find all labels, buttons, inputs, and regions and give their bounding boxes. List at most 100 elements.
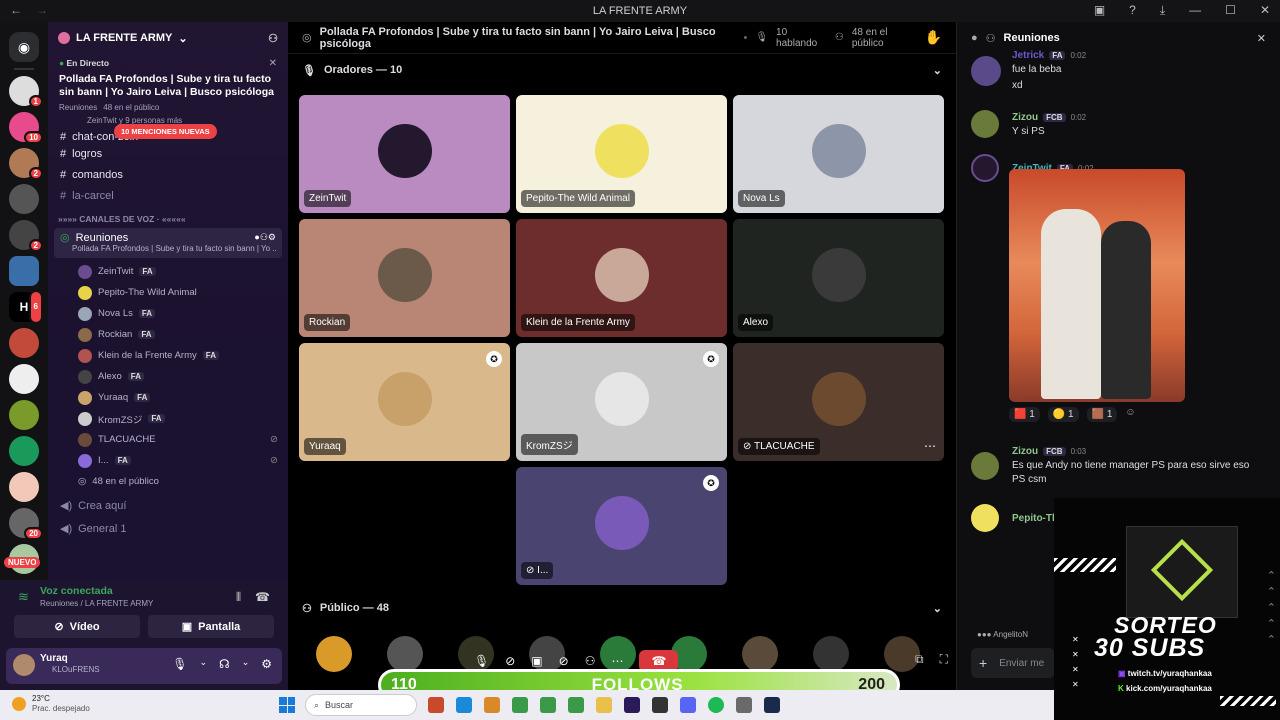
reaction[interactable]: 🟫 1 bbox=[1086, 407, 1118, 422]
app-icon[interactable] bbox=[736, 697, 752, 713]
server-icon[interactable]: 10 bbox=[9, 112, 43, 144]
download-icon[interactable]: ⤓ bbox=[1160, 3, 1165, 18]
video-off-icon[interactable]: ⊘ bbox=[505, 654, 515, 668]
screen-share-icon[interactable]: ▣ bbox=[531, 654, 542, 668]
chevron-down-icon[interactable]: ⌄ bbox=[242, 657, 250, 671]
reaction[interactable]: 🟡 1 bbox=[1047, 407, 1079, 422]
server-icon[interactable] bbox=[9, 472, 39, 502]
edge-icon[interactable] bbox=[456, 697, 472, 713]
voice-category-header[interactable]: »»»» CANALES DE VOZ · ««««« bbox=[48, 206, 288, 228]
stage-member[interactable]: ZeinTwit FA bbox=[48, 261, 288, 282]
speaker-tile[interactable]: Yuraaq ✪ bbox=[299, 343, 510, 461]
popout-icon[interactable]: ⧉ bbox=[915, 652, 924, 667]
server-icon[interactable]: 2 bbox=[9, 148, 43, 180]
chat-image-attachment[interactable] bbox=[1009, 169, 1185, 402]
speakers-section-header[interactable]: 🎙︎ Oradores — 10 ⌄ bbox=[288, 54, 956, 86]
message-author[interactable]: Zizou bbox=[1012, 112, 1038, 123]
stage-member[interactable]: Pepito-The Wild Animal bbox=[48, 282, 288, 303]
taskbar-search[interactable]: ⌕ Buscar bbox=[305, 694, 417, 716]
close-icon[interactable]: ✕ bbox=[269, 58, 277, 69]
avatar[interactable] bbox=[971, 55, 1001, 86]
speaker-tile[interactable]: ZeinTwit bbox=[299, 95, 510, 213]
invite-icon[interactable]: ⚇ bbox=[585, 654, 596, 668]
noise-suppression-icon[interactable]: ⫴ bbox=[236, 590, 241, 605]
mute-icon[interactable]: ⊘ bbox=[559, 654, 569, 668]
premiere-icon[interactable] bbox=[624, 697, 640, 713]
more-icon[interactable]: ⋯ bbox=[611, 654, 623, 668]
live-event-card[interactable]: ● En Directo ✕ Pollada FA Profondos | Su… bbox=[54, 54, 282, 129]
inbox-icon[interactable]: ▣ bbox=[1094, 3, 1105, 18]
stage-member[interactable]: Klein de la Frente Army FA bbox=[48, 345, 288, 366]
voice-channel-crea-aqui[interactable]: ◀) Crea aquí bbox=[48, 495, 288, 516]
chrome-icon[interactable] bbox=[568, 697, 584, 713]
stage-member[interactable]: KromZSジ FA bbox=[48, 408, 288, 429]
stage-channel-reuniones[interactable]: ◎ Reuniones ●⚇⚙ Pollada FA Profondos | S… bbox=[54, 228, 282, 258]
voice-channel-general-1[interactable]: ◀) General 1 bbox=[48, 518, 288, 539]
stage-audience-count[interactable]: ◎ 48 en el público bbox=[48, 471, 288, 492]
server-icon[interactable]: 2 bbox=[9, 220, 43, 252]
server-header[interactable]: LA FRENTE ARMY ⌄ ⚇ bbox=[48, 22, 288, 54]
stage-member[interactable]: Yuraaq FA bbox=[48, 387, 288, 408]
channel-la-carcel[interactable]: # la-carcel bbox=[48, 185, 288, 206]
avatar[interactable] bbox=[387, 636, 423, 672]
speaker-tile[interactable]: ⊘ I... ✪ bbox=[516, 467, 727, 585]
message-author[interactable]: Pepito-Th bbox=[1012, 513, 1058, 524]
add-reaction-icon[interactable]: ☺ bbox=[1125, 407, 1135, 422]
chrome-icon[interactable] bbox=[512, 697, 528, 713]
avatar[interactable] bbox=[971, 154, 999, 182]
speaker-tile[interactable]: Klein de la Frente Army bbox=[516, 219, 727, 337]
server-icon[interactable] bbox=[9, 364, 39, 394]
stage-member[interactable]: Nova Ls FA bbox=[48, 303, 288, 324]
plus-icon[interactable]: + bbox=[979, 655, 987, 671]
video-button[interactable]: ⊘ Vídeo bbox=[14, 615, 140, 638]
stage-member[interactable]: Alexo FA bbox=[48, 366, 288, 387]
raise-hand-icon[interactable]: ✋ bbox=[925, 29, 942, 46]
more-options-icon[interactable]: ⋯ bbox=[924, 439, 936, 453]
channel-logros[interactable]: # logros bbox=[48, 143, 288, 164]
maximize-button[interactable]: ☐ bbox=[1225, 3, 1236, 18]
user-name[interactable]: Yuraq bbox=[40, 653, 100, 664]
avatar[interactable] bbox=[971, 110, 999, 138]
app-icon[interactable] bbox=[652, 697, 668, 713]
chrome-icon[interactable] bbox=[540, 697, 556, 713]
stage-member[interactable]: TLACUACHE ⊘ bbox=[48, 429, 288, 450]
server-icon[interactable] bbox=[9, 256, 39, 286]
reaction[interactable]: 🟥 1 bbox=[1009, 407, 1040, 422]
server-icon[interactable] bbox=[9, 436, 39, 466]
mentions-badge[interactable]: 10 MENCIONES NUEVAS bbox=[114, 124, 217, 139]
microphone-icon[interactable]: 🎙︎ bbox=[474, 654, 489, 668]
spotify-icon[interactable] bbox=[708, 697, 724, 713]
server-icon[interactable] bbox=[9, 400, 39, 430]
avatar[interactable] bbox=[971, 451, 999, 480]
microphone-icon[interactable]: 🎙︎ bbox=[172, 657, 187, 671]
fullscreen-icon[interactable]: ⛶ bbox=[940, 652, 948, 667]
speaker-tile[interactable]: Rockian bbox=[299, 219, 510, 337]
speaker-tile[interactable]: Alexo bbox=[733, 219, 944, 337]
avatar[interactable] bbox=[813, 636, 849, 672]
app-icon[interactable] bbox=[484, 697, 500, 713]
screen-share-button[interactable]: ▣ Pantalla bbox=[148, 615, 274, 638]
close-window-button[interactable]: ✕ bbox=[1260, 3, 1270, 18]
server-icon[interactable]: 1 bbox=[9, 76, 43, 108]
voice-connected-sub[interactable]: Reuniones / LA FRENTE ARMY bbox=[40, 599, 153, 608]
gear-icon[interactable]: ⚙ bbox=[261, 657, 272, 671]
server-icon[interactable] bbox=[9, 184, 39, 214]
add-member-icon[interactable]: ⚇ bbox=[268, 32, 278, 45]
discord-home-icon[interactable]: ◉ bbox=[9, 32, 39, 62]
server-icon[interactable] bbox=[9, 328, 39, 358]
help-icon[interactable]: ? bbox=[1129, 3, 1136, 18]
message-author[interactable]: Zizou bbox=[1012, 446, 1038, 457]
avatar[interactable] bbox=[971, 504, 999, 532]
weather-widget[interactable]: 23°C Prac. despejado bbox=[12, 694, 90, 714]
speaker-tile[interactable]: Pepito-The Wild Animal bbox=[516, 95, 727, 213]
back-arrow-icon[interactable]: ← bbox=[10, 3, 22, 17]
minimize-button[interactable]: — bbox=[1189, 3, 1201, 18]
voice-connected-label[interactable]: Voz conectada bbox=[40, 585, 153, 597]
close-icon[interactable]: ✕ bbox=[1257, 32, 1266, 45]
speaker-tile[interactable]: KromZSジ ✪ bbox=[516, 343, 727, 461]
avatar[interactable] bbox=[13, 654, 35, 676]
chat-icon[interactable]: ●⚇⚙ bbox=[254, 232, 276, 243]
server-icon[interactable]: H6 bbox=[9, 290, 43, 324]
discord-icon[interactable] bbox=[680, 697, 696, 713]
avatar[interactable] bbox=[316, 636, 352, 672]
